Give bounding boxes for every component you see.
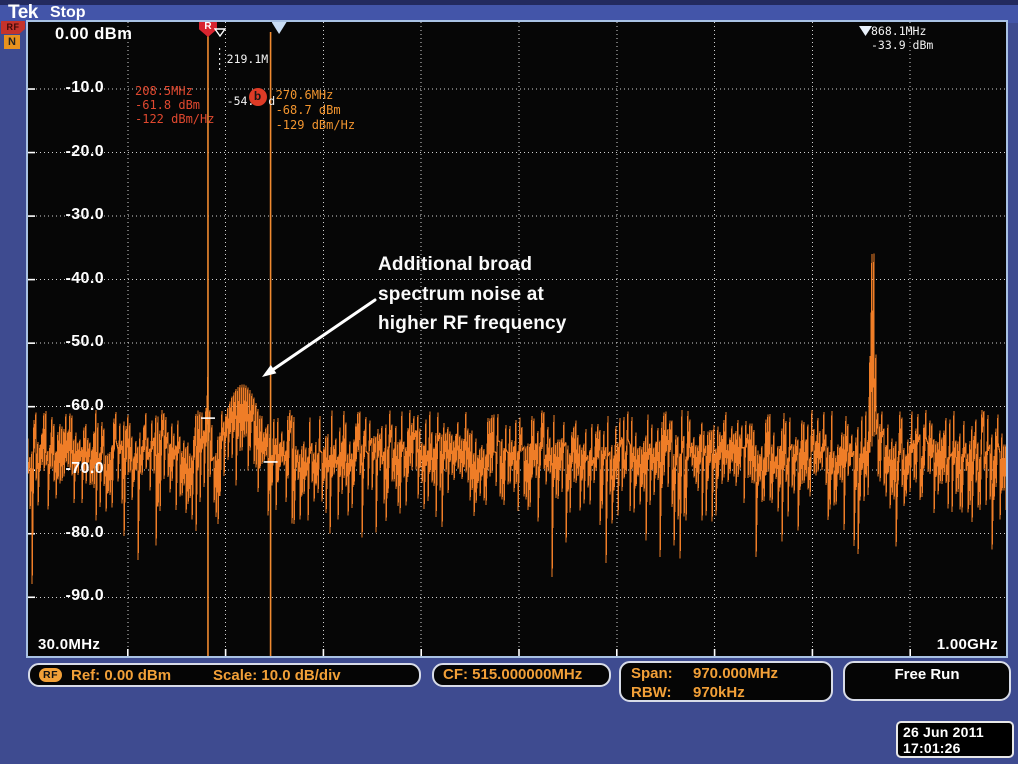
rf-menu-badge: RF — [39, 668, 62, 682]
readout-line: 208.5MHz — [135, 84, 214, 98]
spectrum-graticule: 0.00 dBm -10.0 -20.0 -30.0 -40.0 -50.0 -60.0 -… — [26, 20, 1008, 658]
y-axis-tick-label: -80.0 — [42, 524, 104, 544]
readout-line: 270.6MHz — [276, 88, 355, 103]
y-axis-tick-label: -30.0 — [42, 206, 104, 226]
readout-line: -129 dBm/Hz — [276, 118, 355, 133]
rbw-row: RBW:970kHz — [631, 684, 831, 703]
y-axis-tick-label: -50.0 — [42, 333, 104, 353]
rbw-value: 970kHz — [693, 684, 745, 701]
datetime-box: 26 Jun 2011 17:01:26 — [896, 721, 1014, 758]
span-label: Span: — [631, 665, 693, 684]
reference-level-label: 0.00 dBm — [55, 25, 132, 44]
marker-r-readout: 208.5MHz-61.8 dBm-122 dBm/Hz — [135, 84, 214, 126]
time-label: 17:01:26 — [903, 740, 1012, 756]
span-value: 970.000MHz — [693, 665, 778, 682]
y-axis-tick-label: -70.0 — [42, 460, 104, 480]
x-axis-start-label: 30.0MHz — [38, 636, 100, 653]
rbw-label: RBW: — [631, 684, 693, 703]
readout-line: -33.9 dBm — [871, 38, 933, 52]
readout-line: 219.1M — [227, 52, 275, 66]
span-rbw-menu[interactable]: Span:970.000MHz RBW:970kHz — [619, 661, 833, 702]
scale-readout: Scale: 10.0 dB/div — [213, 667, 341, 684]
readout-line: -61.8 dBm — [135, 98, 214, 112]
trigger-status-menu[interactable]: Free Run — [843, 661, 1011, 701]
readout-line: -122 dBm/Hz — [135, 112, 214, 126]
readout-line: 868.1MHz — [871, 24, 933, 38]
reference-peak-readout: 219.1M -54.8 d — [227, 24, 275, 136]
y-axis-tick-label: -40.0 — [42, 270, 104, 290]
readout-line: -68.7 dBm — [276, 103, 355, 118]
peak-marker-outline-icon — [214, 28, 226, 37]
annotation-text: Additional broadspectrum noise athigher … — [378, 250, 567, 339]
peak-marker-readout: 868.1MHz-33.9 dBm — [871, 24, 933, 52]
x-axis-end-label: 1.00GHz — [937, 636, 998, 653]
date-label: 26 Jun 2011 — [903, 724, 1012, 740]
center-frequency-menu[interactable]: CF: 515.000000MHz — [432, 663, 611, 687]
rf-ref-scale-menu[interactable]: RF Ref: 0.00 dBm Scale: 10.0 dB/div — [28, 663, 421, 687]
annotation-line: Additional broad — [378, 250, 567, 280]
y-axis-tick-label: -90.0 — [42, 587, 104, 607]
marker-b-icon: b — [249, 88, 267, 106]
trigger-status: Free Run — [894, 666, 959, 683]
y-axis-tick-label: -60.0 — [42, 397, 104, 417]
annotation-line: spectrum noise at — [378, 280, 567, 310]
rf-channel-tab-icon: RF — [1, 21, 25, 34]
normal-trace-badge-icon: N — [4, 35, 20, 49]
y-axis-tick-label: -10.0 — [42, 79, 104, 99]
graticule-inner: 0.00 dBm -10.0 -20.0 -30.0 -40.0 -50.0 -60.0 -… — [28, 22, 1006, 656]
span-row: Span:970.000MHz — [631, 665, 831, 684]
cf-readout: CF: 515.000000MHz — [443, 666, 582, 683]
marker-b-readout: 270.6MHz-68.7 dBm-129 dBm/Hz — [276, 88, 355, 133]
annotation-line: higher RF frequency — [378, 309, 567, 339]
ref-level-readout: Ref: 0.00 dBm — [71, 667, 171, 684]
y-axis-tick-label: -20.0 — [42, 143, 104, 163]
